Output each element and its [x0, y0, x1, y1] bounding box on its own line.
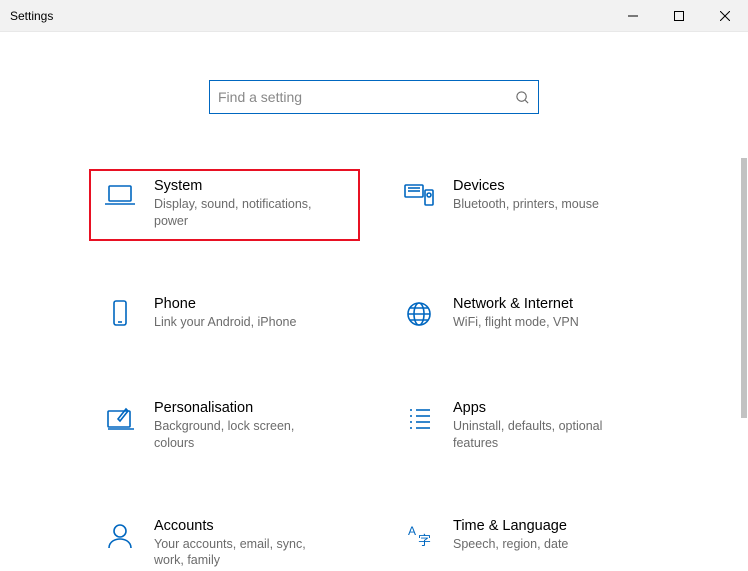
category-desc: Speech, region, date	[453, 536, 568, 553]
category-text: Network & Internet WiFi, flight mode, VP…	[453, 294, 579, 331]
category-title: Phone	[154, 296, 296, 312]
category-title: System	[154, 178, 334, 194]
content-area: System Display, sound, notifications, po…	[0, 32, 748, 571]
svg-text:字: 字	[418, 533, 431, 548]
category-title: Network & Internet	[453, 296, 579, 312]
category-time[interactable]: A字 Time & Language Speech, region, date	[389, 510, 658, 571]
category-desc: Your accounts, email, sync, work, family	[154, 536, 334, 570]
category-grid: System Display, sound, notifications, po…	[0, 170, 748, 571]
category-text: Devices Bluetooth, printers, mouse	[453, 176, 599, 213]
search-icon	[515, 90, 530, 105]
category-devices[interactable]: Devices Bluetooth, printers, mouse	[389, 170, 658, 240]
category-desc: Background, lock screen, colours	[154, 418, 334, 452]
close-icon	[720, 11, 730, 21]
scrollbar-thumb[interactable]	[741, 158, 747, 418]
devices-icon	[397, 176, 441, 216]
maximize-icon	[674, 11, 684, 21]
category-network[interactable]: Network & Internet WiFi, flight mode, VP…	[389, 288, 658, 344]
window-controls	[610, 0, 748, 31]
category-phone[interactable]: Phone Link your Android, iPhone	[90, 288, 359, 344]
category-system[interactable]: System Display, sound, notifications, po…	[90, 170, 359, 240]
category-title: Apps	[453, 400, 633, 416]
globe-icon	[397, 294, 441, 334]
apps-list-icon	[397, 398, 441, 438]
category-desc: Bluetooth, printers, mouse	[453, 196, 599, 213]
minimize-icon	[628, 11, 638, 21]
category-text: Phone Link your Android, iPhone	[154, 294, 296, 331]
person-icon	[98, 516, 142, 556]
category-title: Time & Language	[453, 518, 568, 534]
search-box[interactable]	[209, 80, 539, 114]
svg-text:A: A	[408, 524, 416, 538]
category-title: Personalisation	[154, 400, 334, 416]
phone-icon	[98, 294, 142, 334]
category-title: Accounts	[154, 518, 334, 534]
category-text: System Display, sound, notifications, po…	[154, 176, 334, 230]
search-wrap	[0, 80, 748, 114]
close-button[interactable]	[702, 0, 748, 31]
paintbrush-icon	[98, 398, 142, 438]
category-desc: WiFi, flight mode, VPN	[453, 314, 579, 331]
category-personalisation[interactable]: Personalisation Background, lock screen,…	[90, 392, 359, 462]
category-apps[interactable]: Apps Uninstall, defaults, optional featu…	[389, 392, 658, 462]
minimize-button[interactable]	[610, 0, 656, 31]
laptop-icon	[98, 176, 142, 216]
category-title: Devices	[453, 178, 599, 194]
category-desc: Uninstall, defaults, optional features	[453, 418, 633, 452]
category-text: Apps Uninstall, defaults, optional featu…	[453, 398, 633, 452]
language-icon: A字	[397, 516, 441, 556]
category-text: Personalisation Background, lock screen,…	[154, 398, 334, 452]
category-accounts[interactable]: Accounts Your accounts, email, sync, wor…	[90, 510, 359, 571]
category-desc: Display, sound, notifications, power	[154, 196, 334, 230]
maximize-button[interactable]	[656, 0, 702, 31]
category-text: Accounts Your accounts, email, sync, wor…	[154, 516, 334, 570]
category-desc: Link your Android, iPhone	[154, 314, 296, 331]
search-input[interactable]	[218, 89, 515, 105]
category-text: Time & Language Speech, region, date	[453, 516, 568, 553]
window-title: Settings	[10, 9, 53, 23]
titlebar: Settings	[0, 0, 748, 32]
